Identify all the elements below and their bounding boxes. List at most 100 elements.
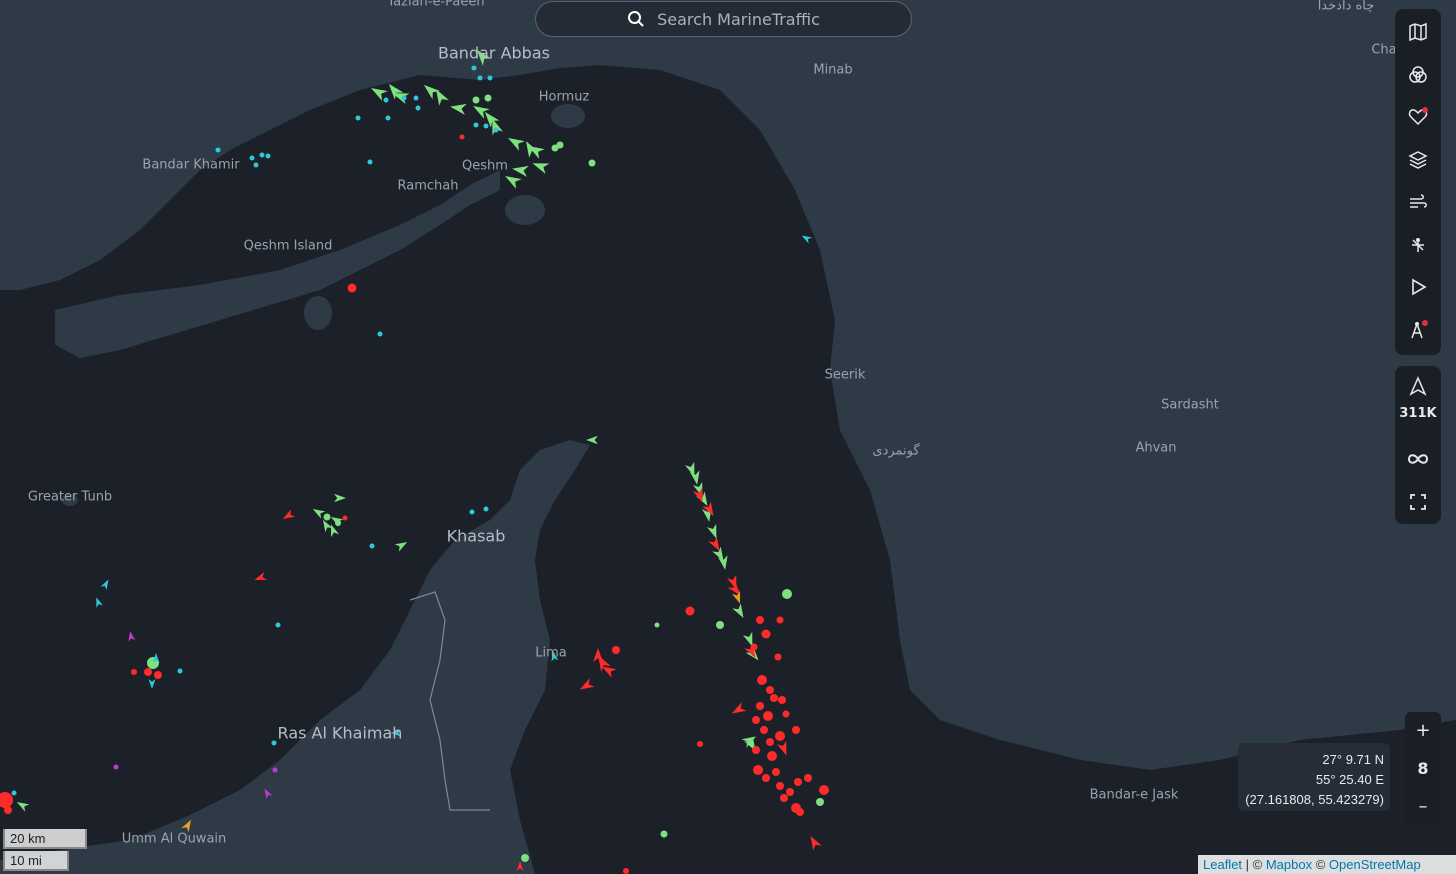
vessel-dot[interactable] xyxy=(752,746,760,754)
vessel-dot[interactable] xyxy=(612,646,620,654)
vessel-dot[interactable] xyxy=(11,790,17,796)
vessel-dot[interactable] xyxy=(347,283,357,293)
vessel-dot[interactable] xyxy=(113,764,119,770)
vessel-dot[interactable] xyxy=(275,622,281,628)
map-canvas[interactable] xyxy=(0,0,1456,874)
vessel-dot[interactable] xyxy=(752,716,760,724)
vessel-dot[interactable] xyxy=(177,668,183,674)
search-icon xyxy=(628,11,644,27)
vessel-dot[interactable] xyxy=(816,798,824,806)
favorites-icon[interactable] xyxy=(1398,97,1438,137)
vessel-dot[interactable] xyxy=(259,152,265,158)
vessel-dot[interactable] xyxy=(623,868,629,874)
vessel-dot[interactable] xyxy=(757,675,767,685)
vessel-dot[interactable] xyxy=(551,144,559,152)
vessel-dot[interactable] xyxy=(413,95,419,101)
vessel-dot[interactable] xyxy=(131,669,137,675)
vessel-dot[interactable] xyxy=(753,765,763,775)
vessel-dot[interactable] xyxy=(766,738,774,746)
vessel-dot[interactable] xyxy=(761,629,771,639)
fullscreen-icon[interactable] xyxy=(1398,482,1438,522)
navigation-icon[interactable] xyxy=(1398,368,1438,404)
vessel-dot[interactable] xyxy=(477,75,483,81)
vessel-dot[interactable] xyxy=(654,622,660,628)
vessel-dot[interactable] xyxy=(154,671,162,679)
vessel-dot[interactable] xyxy=(144,668,152,676)
vessel-dot[interactable] xyxy=(253,162,259,168)
vessel-dot[interactable] xyxy=(383,97,389,103)
vessel-dot[interactable] xyxy=(487,75,493,81)
vessel-dot[interactable] xyxy=(685,606,695,616)
vessel-dot[interactable] xyxy=(469,509,475,515)
vessel-dot[interactable] xyxy=(588,159,596,167)
vessel-dot[interactable] xyxy=(770,694,778,702)
vessel-dot[interactable] xyxy=(778,696,786,704)
vessel-dot[interactable] xyxy=(760,726,768,734)
vessel-dot[interactable] xyxy=(272,767,278,773)
density-icon[interactable] xyxy=(1398,225,1438,265)
vessel-dot[interactable] xyxy=(471,65,477,71)
vessel-dot[interactable] xyxy=(493,127,499,133)
vessel-dot[interactable] xyxy=(377,331,383,337)
vessel-dot[interactable] xyxy=(483,506,489,512)
vessel-dot[interactable] xyxy=(369,543,375,549)
vessel-dot[interactable] xyxy=(323,513,331,521)
vessel-dot[interactable] xyxy=(780,794,788,802)
vessel-dot[interactable] xyxy=(782,710,790,718)
vessel-dot[interactable] xyxy=(215,147,221,153)
vessel-dot[interactable] xyxy=(716,621,724,629)
vessel-dot[interactable] xyxy=(767,751,777,761)
vessel-dot[interactable] xyxy=(385,115,391,121)
vessel-dot[interactable] xyxy=(775,731,785,741)
vessel-dot[interactable] xyxy=(756,702,764,710)
vessel-dot[interactable] xyxy=(4,806,12,814)
osm-link[interactable]: OpenStreetMap xyxy=(1329,857,1421,872)
vessel-dot[interactable] xyxy=(459,134,465,140)
vessel-dot[interactable] xyxy=(776,616,784,624)
vessel-dot[interactable] xyxy=(367,159,373,165)
vessel-dot[interactable] xyxy=(763,711,773,721)
vessel-dot[interactable] xyxy=(660,830,668,838)
measure-icon[interactable] xyxy=(1398,310,1438,350)
vessel-dot[interactable] xyxy=(819,785,829,795)
vessel-dot[interactable] xyxy=(521,854,529,862)
vessel-dot[interactable] xyxy=(762,774,770,782)
vessel-dot[interactable] xyxy=(794,778,802,786)
vessel-dot[interactable] xyxy=(750,643,758,651)
playback-icon[interactable] xyxy=(1398,267,1438,307)
leaflet-link[interactable]: Leaflet xyxy=(1203,857,1242,872)
vessel-dot[interactable] xyxy=(249,155,255,161)
vessel-dot[interactable] xyxy=(776,782,784,790)
vessel-dot[interactable] xyxy=(782,589,792,599)
map-icon[interactable] xyxy=(1398,12,1438,52)
vessel-dot[interactable] xyxy=(415,105,421,111)
vessel-dot[interactable] xyxy=(483,123,489,129)
mapbox-link[interactable]: Mapbox xyxy=(1266,857,1312,872)
vessel-dot[interactable] xyxy=(697,741,703,747)
vessel-dot[interactable] xyxy=(401,95,407,101)
vessel-dot[interactable] xyxy=(472,96,480,104)
place-label: Hormuz xyxy=(538,89,590,105)
filters-icon[interactable] xyxy=(1398,55,1438,95)
infinity-icon[interactable] xyxy=(1398,439,1438,479)
search-bar[interactable]: Search MarineTraffic xyxy=(535,1,912,37)
vessel-dot[interactable] xyxy=(355,115,361,121)
vessel-dot[interactable] xyxy=(786,788,794,796)
vessel-dot[interactable] xyxy=(271,740,277,746)
vessel-dot[interactable] xyxy=(335,520,341,526)
vessel-dot[interactable] xyxy=(804,774,812,782)
vessel-dot[interactable] xyxy=(265,153,271,159)
vessel-dot[interactable] xyxy=(342,515,348,521)
zoom-in-button[interactable]: + xyxy=(1405,712,1441,748)
vessel-dot[interactable] xyxy=(774,653,782,661)
weather-icon[interactable] xyxy=(1398,182,1438,222)
vessel-dot[interactable] xyxy=(772,768,780,776)
vessel-dot[interactable] xyxy=(792,726,800,734)
zoom-out-button[interactable]: – xyxy=(1405,788,1441,824)
vessel-dot[interactable] xyxy=(766,686,774,694)
vessel-dot[interactable] xyxy=(473,122,479,128)
vessel-dot[interactable] xyxy=(796,808,804,816)
vessel-dot[interactable] xyxy=(484,94,492,102)
vessel-dot[interactable] xyxy=(756,616,764,624)
layers-icon[interactable] xyxy=(1398,140,1438,180)
